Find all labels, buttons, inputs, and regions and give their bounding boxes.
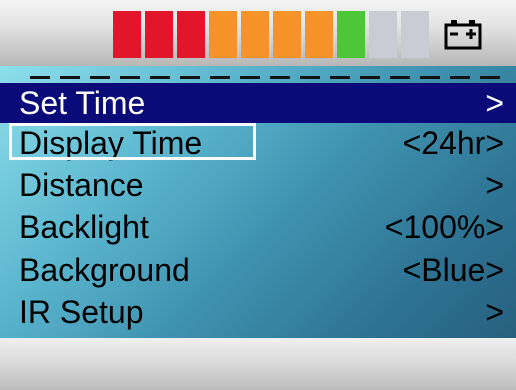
battery-segment: [369, 11, 397, 58]
menu-item-value: >: [485, 85, 504, 121]
battery-segment: [401, 11, 429, 58]
battery-segment: [273, 11, 301, 58]
menu-item-value: <100%>: [384, 209, 504, 245]
battery-segment: [241, 11, 269, 58]
menu-item-set-time[interactable]: Set Time >: [0, 83, 516, 123]
menu-item-value: >: [485, 167, 504, 203]
menu-item-ir-setup[interactable]: IR Setup >: [0, 292, 516, 332]
battery-segment: [337, 11, 365, 58]
menu-item-label: Backlight: [19, 209, 149, 245]
battery-segment: [305, 11, 333, 58]
battery-segment: [113, 11, 141, 58]
status-bar: [0, 0, 516, 66]
menu-item-label: Background: [19, 252, 190, 288]
menu-item-value: >: [485, 294, 504, 330]
lcd-screen: Set Time > Display Time <24hr> Distance …: [0, 0, 516, 390]
menu-panel: Set Time > Display Time <24hr> Distance …: [0, 66, 516, 338]
menu-item-label: Distance: [19, 167, 144, 203]
menu-item-distance[interactable]: Distance >: [0, 165, 516, 205]
battery-segment: [145, 11, 173, 58]
menu-item-label: Set Time: [19, 85, 146, 121]
bottom-bar: [0, 338, 516, 390]
menu-item-background[interactable]: Background <Blue>: [0, 250, 516, 290]
menu-item-value: <24hr>: [402, 125, 504, 161]
focus-highlight-box: [9, 123, 256, 160]
menu-item-backlight[interactable]: Backlight <100%>: [0, 207, 516, 247]
menu-item-value: <Blue>: [402, 252, 504, 288]
separator-dashes: [30, 76, 500, 79]
battery-level-bar: [113, 11, 429, 58]
battery-icon: [444, 20, 482, 50]
menu-item-label: IR Setup: [19, 294, 144, 330]
battery-segment: [177, 11, 205, 58]
battery-segment: [209, 11, 237, 58]
